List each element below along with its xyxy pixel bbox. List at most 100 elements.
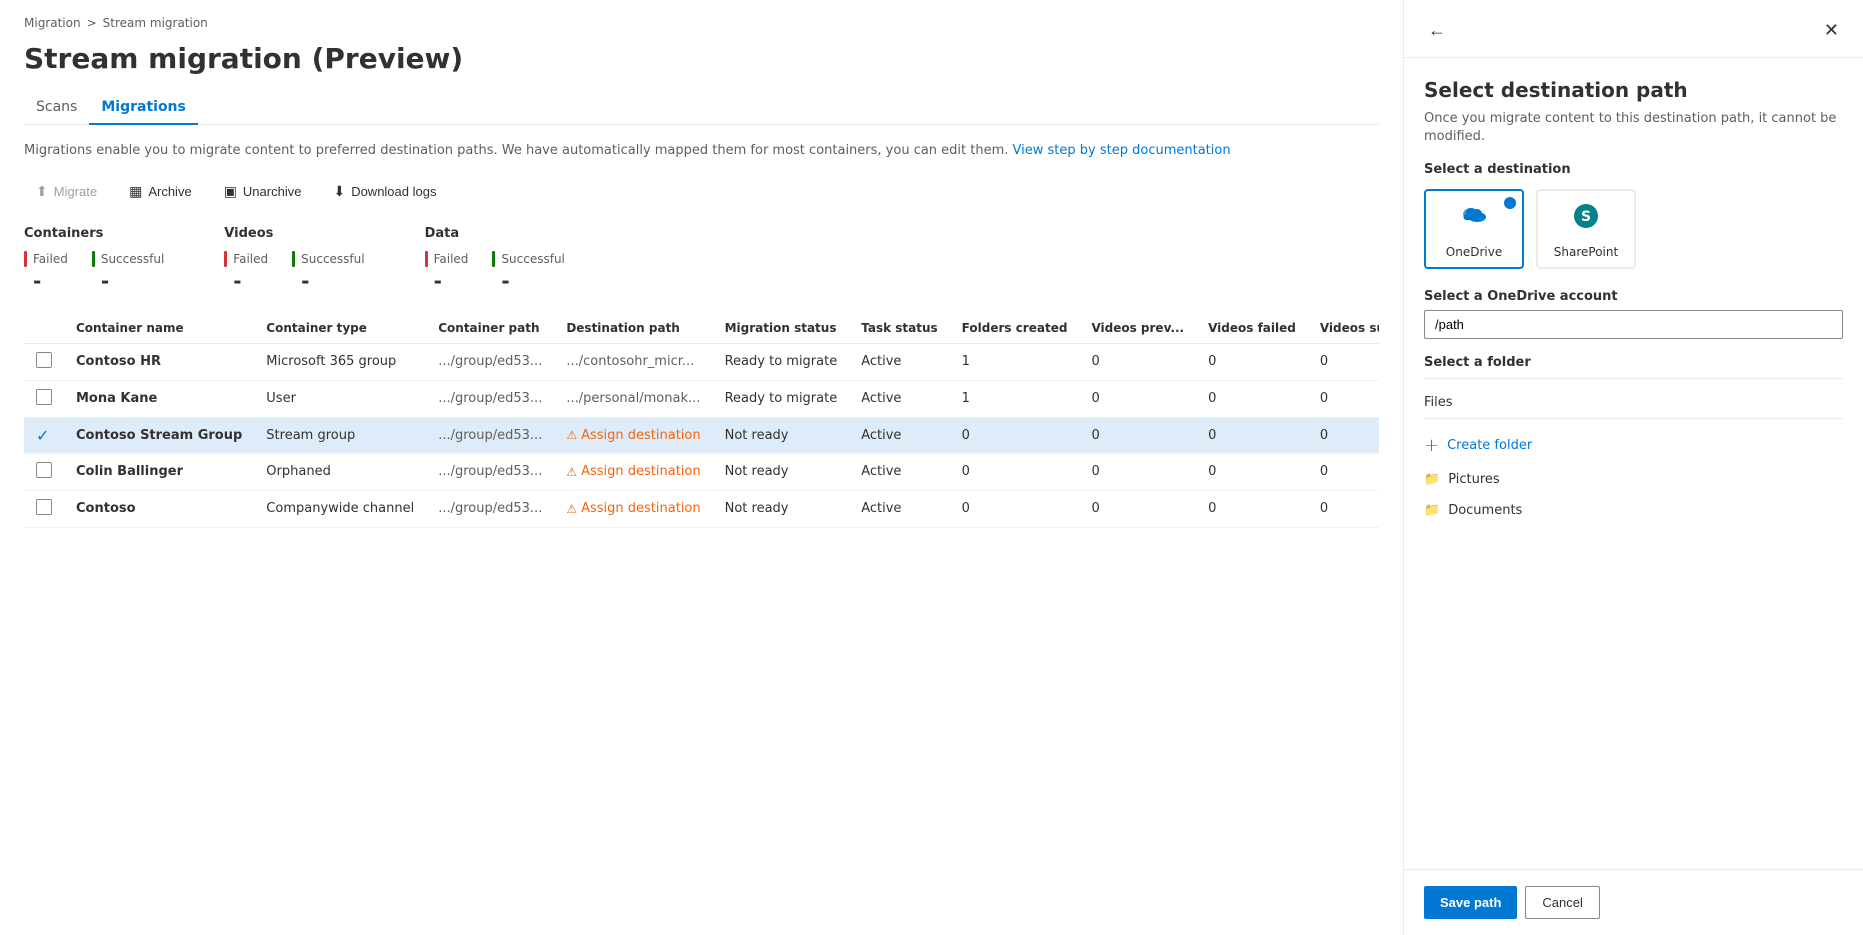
assign-destination[interactable]: ⚠ Assign destination [566,501,700,516]
row-container-path: .../group/ed53... [426,490,554,527]
documents-folder-item[interactable]: 📁 Documents [1424,495,1843,526]
tab-scans[interactable]: Scans [24,91,89,125]
row-container-type: Stream group [254,417,426,453]
row-checkbox-col[interactable]: ✓ [24,417,64,453]
data-title: Data [425,226,565,241]
row-task-status: Active [849,380,949,417]
row-destination-path[interactable]: ⚠ Assign destination [554,490,712,527]
data-successful-bar [492,251,495,267]
row-videos-failed: 0 [1196,380,1308,417]
table-row[interactable]: Mona KaneUser.../group/ed53....../person… [24,380,1379,417]
panel-back-button[interactable]: ← [1424,16,1450,45]
svg-text:S: S [1581,209,1591,225]
sharepoint-card[interactable]: S SharePoint [1536,189,1636,269]
onedrive-label: OneDrive [1446,245,1502,259]
col-folders-created[interactable]: Folders created [950,313,1080,344]
pictures-folder-item[interactable]: 📁 Pictures [1424,464,1843,495]
onedrive-icon [1458,200,1490,239]
main-content: Migration > Stream migration Stream migr… [0,0,1403,935]
breadcrumb-parent-link[interactable]: Migration [24,16,81,30]
archive-icon: ▦ [129,183,142,200]
unarchive-icon: ▣ [224,183,237,200]
page-title: Stream migration (Preview) [24,42,1379,75]
archive-button[interactable]: ▦ Archive [117,177,204,206]
folder-section: Select a folder Files + Create folder 📁 … [1424,355,1843,526]
unchecked-checkbox[interactable] [36,352,52,368]
col-videos-succ[interactable]: Videos succ... [1308,313,1379,344]
account-input-label: Select a OneDrive account [1424,289,1843,304]
download-icon: ⬇ [333,183,345,200]
row-videos-failed: 0 [1196,453,1308,490]
table-row[interactable]: Colin BallingerOrphaned.../group/ed53...… [24,453,1379,490]
row-checkbox-col[interactable] [24,380,64,417]
row-destination-path[interactable]: ⚠ Assign destination [554,417,712,453]
create-folder-label: Create folder [1447,438,1532,453]
row-container-type: User [254,380,426,417]
doc-link[interactable]: View step by step documentation [1013,143,1231,158]
row-destination-path[interactable]: .../personal/monak... [554,380,712,417]
table-row[interactable]: ContosoCompanywide channel.../group/ed53… [24,490,1379,527]
unchecked-checkbox[interactable] [36,499,52,515]
row-destination-path[interactable]: .../contosohr_micr... [554,343,712,380]
assign-destination[interactable]: ⚠ Assign destination [566,428,700,443]
save-path-button[interactable]: Save path [1424,886,1517,919]
download-logs-button[interactable]: ⬇ Download logs [321,177,448,206]
create-folder-item[interactable]: + Create folder [1424,427,1843,464]
warning-icon: ⚠ [566,428,577,442]
row-videos-succ: 0 [1308,453,1379,490]
col-migration-status[interactable]: Migration status [713,313,850,344]
row-checkbox-col[interactable] [24,343,64,380]
table-container: Container name Container type Container … [24,313,1379,528]
failed-bar-red [24,251,27,267]
folder-section-label: Select a folder [1424,355,1843,370]
cancel-button[interactable]: Cancel [1525,886,1599,919]
tabs-container: Scans Migrations [24,91,1379,125]
row-folders-created: 0 [950,490,1080,527]
panel-close-button[interactable]: ✕ [1820,16,1843,45]
videos-failed-bar [224,251,227,267]
path-input[interactable] [1424,310,1843,339]
migrate-button[interactable]: ⬆ Migrate [24,177,109,206]
tab-migrations[interactable]: Migrations [89,91,198,125]
toolbar: ⬆ Migrate ▦ Archive ▣ Unarchive ⬇ Downlo… [24,177,1379,206]
col-container-path[interactable]: Container path [426,313,554,344]
table-row[interactable]: Contoso HRMicrosoft 365 group.../group/e… [24,343,1379,380]
breadcrumb-current: Stream migration [103,16,208,30]
containers-successful: Successful - [92,251,164,293]
row-checkbox-col[interactable] [24,453,64,490]
row-videos-succ: 0 [1308,343,1379,380]
row-container-name: Mona Kane [64,380,254,417]
col-videos-prev[interactable]: Videos prev... [1079,313,1196,344]
table-row[interactable]: ✓Contoso Stream GroupStream group.../gro… [24,417,1379,453]
videos-failed: Failed - [224,251,268,293]
assign-destination[interactable]: ⚠ Assign destination [566,464,700,479]
col-destination-path[interactable]: Destination path [554,313,712,344]
row-task-status: Active [849,490,949,527]
unchecked-checkbox[interactable] [36,389,52,405]
row-container-name: Colin Ballinger [64,453,254,490]
row-videos-failed: 0 [1196,343,1308,380]
row-container-type: Microsoft 365 group [254,343,426,380]
unchecked-checkbox[interactable] [36,462,52,478]
col-videos-failed[interactable]: Videos failed [1196,313,1308,344]
row-videos-succ: 0 [1308,417,1379,453]
row-migration-status: Not ready [713,417,850,453]
unarchive-button[interactable]: ▣ Unarchive [212,177,314,206]
col-task-status[interactable]: Task status [849,313,949,344]
row-container-path: .../group/ed53... [426,453,554,490]
files-item[interactable]: Files [1424,387,1843,418]
row-folders-created: 1 [950,380,1080,417]
row-destination-path[interactable]: ⚠ Assign destination [554,453,712,490]
row-container-type: Orphaned [254,453,426,490]
panel-subtitle: Once you migrate content to this destina… [1404,110,1863,162]
row-videos-prev: 0 [1079,343,1196,380]
sharepoint-label: SharePoint [1554,245,1618,259]
row-checkbox-col[interactable] [24,490,64,527]
documents-folder-icon: 📁 [1424,503,1440,518]
folder-divider [1424,378,1843,379]
onedrive-card[interactable]: OneDrive [1424,189,1524,269]
col-container-type[interactable]: Container type [254,313,426,344]
table-header-row: Container name Container type Container … [24,313,1379,344]
col-container-name[interactable]: Container name [64,313,254,344]
migrations-table: Container name Container type Container … [24,313,1379,528]
